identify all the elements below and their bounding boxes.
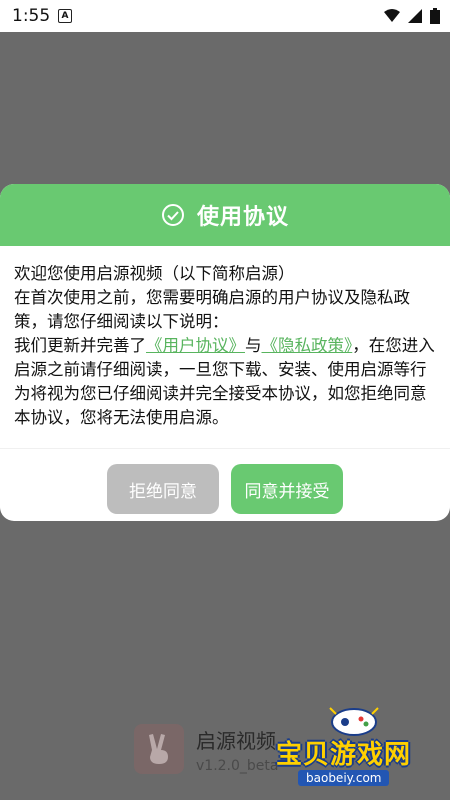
update-prefix: 我们更新并完善了 bbox=[14, 336, 146, 355]
dialog-title: 使用协议 bbox=[196, 205, 289, 230]
app-version: v1.2.0_beta bbox=[196, 757, 279, 774]
user-agreement-link[interactable]: 《用户协议》 bbox=[146, 336, 245, 355]
divider bbox=[0, 448, 450, 449]
app-info: 启源视频 v1.2.0_beta bbox=[196, 725, 278, 774]
watermark-url: baobeiy.com bbox=[298, 770, 390, 786]
status-icons bbox=[384, 8, 440, 24]
watermark: 宝贝游戏网 baobeiy.com bbox=[270, 704, 450, 798]
intro-text: 在首次使用之前，您需要明确启源的用户协议及隐私政策，请您仔细阅读以下说明： bbox=[14, 288, 410, 331]
agree-button[interactable]: 同意并接受 bbox=[231, 464, 343, 514]
dialog-buttons: 拒绝同意 同意并接受 bbox=[0, 464, 450, 514]
notification-icon: A bbox=[58, 9, 72, 23]
victory-hand-icon bbox=[149, 734, 168, 764]
battery-icon bbox=[430, 8, 440, 24]
wifi-icon bbox=[384, 9, 400, 22]
update-text: 我们更新并完善了《用户协议》与《隐私政策》，在您进入启源之前请仔细阅读，一旦您下… bbox=[14, 334, 436, 430]
reject-button[interactable]: 拒绝同意 bbox=[107, 464, 219, 514]
app-logo bbox=[134, 724, 184, 774]
check-circle-icon bbox=[161, 204, 184, 226]
agreement-dialog: 使用协议 欢迎您使用启源视频（以下简称启源） 在首次使用之前，您需要明确启源的用… bbox=[0, 184, 450, 521]
dialog-body: 欢迎您使用启源视频（以下简称启源） 在首次使用之前，您需要明确启源的用户协议及隐… bbox=[0, 246, 450, 430]
and-text: 与 bbox=[245, 336, 262, 355]
dialog-header: 使用协议 bbox=[0, 184, 450, 246]
app-footer: 启源视频 v1.2.0_beta bbox=[134, 724, 278, 774]
app-name: 启源视频 bbox=[196, 728, 276, 753]
signal-icon bbox=[408, 9, 422, 23]
watermark-title: 宝贝游戏网 bbox=[276, 740, 412, 770]
privacy-policy-link[interactable]: 《隐私政策》 bbox=[262, 336, 353, 355]
status-time: 1:55 bbox=[12, 6, 51, 26]
welcome-text: 欢迎您使用启源视频（以下简称启源） bbox=[14, 264, 295, 283]
status-bar: 1:55 A bbox=[0, 0, 450, 32]
